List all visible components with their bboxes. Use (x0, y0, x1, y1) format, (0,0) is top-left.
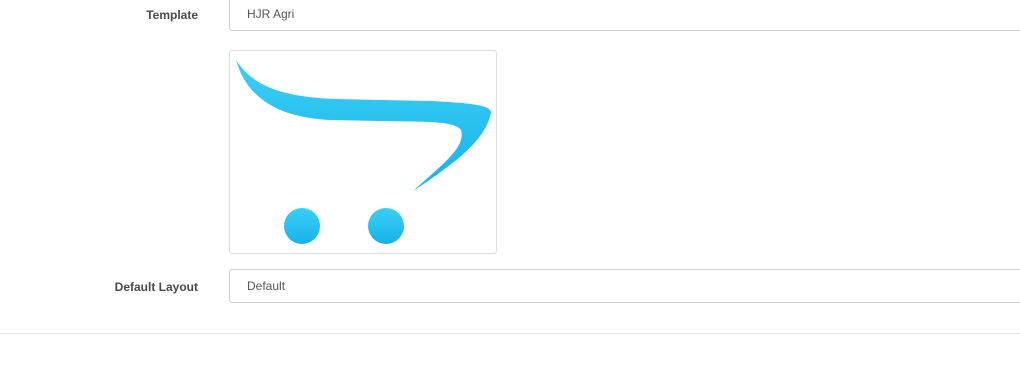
cart-right-wheel (368, 208, 404, 244)
template-preview-thumbnail (229, 50, 497, 254)
template-select[interactable]: HJR Agri (229, 0, 1020, 31)
cart-left-wheel (284, 208, 320, 244)
default-layout-select[interactable]: Default (229, 269, 1020, 303)
store-settings-form: Template HJR Agri Default Layout Default (0, 0, 1020, 381)
cart-body-shape (236, 60, 492, 191)
opencart-cart-logo-icon (236, 60, 492, 244)
template-label: Template (146, 8, 198, 22)
default-layout-label: Default Layout (114, 280, 198, 294)
section-divider (0, 333, 1020, 334)
